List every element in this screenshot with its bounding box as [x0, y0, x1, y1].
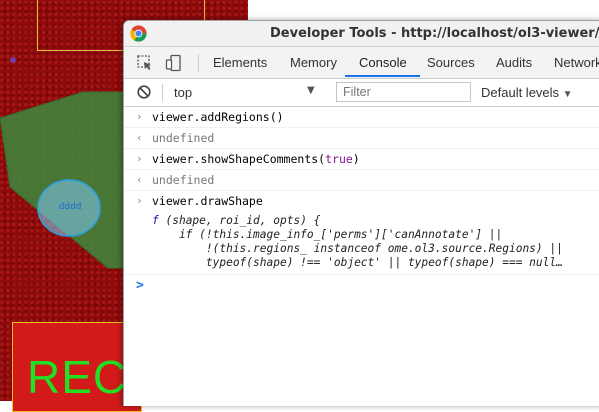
console-input: viewer.showShapeComments(true) — [152, 152, 360, 166]
devtools-window[interactable]: Developer Tools - http://localhost/ol3-v… — [123, 20, 599, 406]
inspect-element-icon[interactable] — [136, 54, 154, 72]
console-input: viewer.addRegions() — [152, 110, 284, 124]
tab-sources[interactable]: Sources — [427, 55, 475, 70]
console-prompt[interactable]: > — [124, 275, 599, 299]
context-selector[interactable]: top — [174, 85, 192, 100]
dropdown-triangle-icon: ▼ — [562, 89, 573, 100]
tab-elements[interactable]: Elements — [213, 55, 267, 70]
device-toolbar-icon[interactable] — [165, 54, 183, 72]
console-entry: › viewer.addRegions() — [124, 107, 599, 128]
prompt-caret-icon: > — [136, 278, 144, 293]
tab-memory[interactable]: Memory — [290, 55, 337, 70]
function-source-output[interactable]: f (shape, roi_id, opts) { if (!this.imag… — [124, 211, 599, 274]
devtools-titlebar[interactable]: Developer Tools - http://localhost/ol3-v… — [124, 21, 599, 47]
tab-audits[interactable]: Audits — [496, 55, 532, 70]
log-levels-label: Default levels — [481, 85, 560, 100]
console-entry: ‹ undefined — [124, 170, 599, 191]
console-entry: ‹ undefined — [124, 128, 599, 149]
clear-console-icon[interactable] — [137, 85, 151, 99]
console-output[interactable]: › viewer.addRegions() ‹ undefined › viewer.… — [124, 107, 599, 299]
active-tab-indicator — [345, 75, 420, 77]
chevron-left-icon: ‹ — [136, 131, 143, 144]
chrome-icon — [130, 25, 147, 42]
console-input: viewer.drawShape — [152, 194, 263, 208]
devtools-tabbar: Elements Memory Console Sources Audits N… — [124, 47, 599, 79]
console-toolbar: top ▼ Filter Default levels ▼ — [124, 79, 599, 107]
tab-network[interactable]: Network — [554, 55, 599, 70]
filter-input[interactable]: Filter — [336, 82, 471, 102]
shape-comment-label: dddd — [58, 202, 82, 212]
log-levels-dropdown[interactable]: Default levels ▼ — [481, 85, 573, 100]
console-result: undefined — [152, 131, 215, 145]
dropdown-triangle-icon[interactable]: ▼ — [307, 85, 315, 96]
chevron-left-icon: ‹ — [136, 173, 143, 186]
console-result: undefined — [152, 173, 215, 187]
tab-console[interactable]: Console — [359, 55, 407, 70]
roi-text-label: REC — [27, 351, 128, 403]
console-entry: › viewer.drawShape f (shape, roi_id, opts… — [124, 191, 599, 275]
toolbar-divider — [198, 54, 199, 72]
chevron-right-icon: › — [136, 152, 143, 165]
console-entry: › viewer.showShapeComments(true) — [124, 149, 599, 170]
chevron-right-icon: › — [136, 194, 143, 207]
window-title: Developer Tools - http://localhost/ol3-v… — [270, 26, 599, 41]
toolbar-divider — [162, 84, 163, 101]
chevron-right-icon: › — [136, 110, 143, 123]
